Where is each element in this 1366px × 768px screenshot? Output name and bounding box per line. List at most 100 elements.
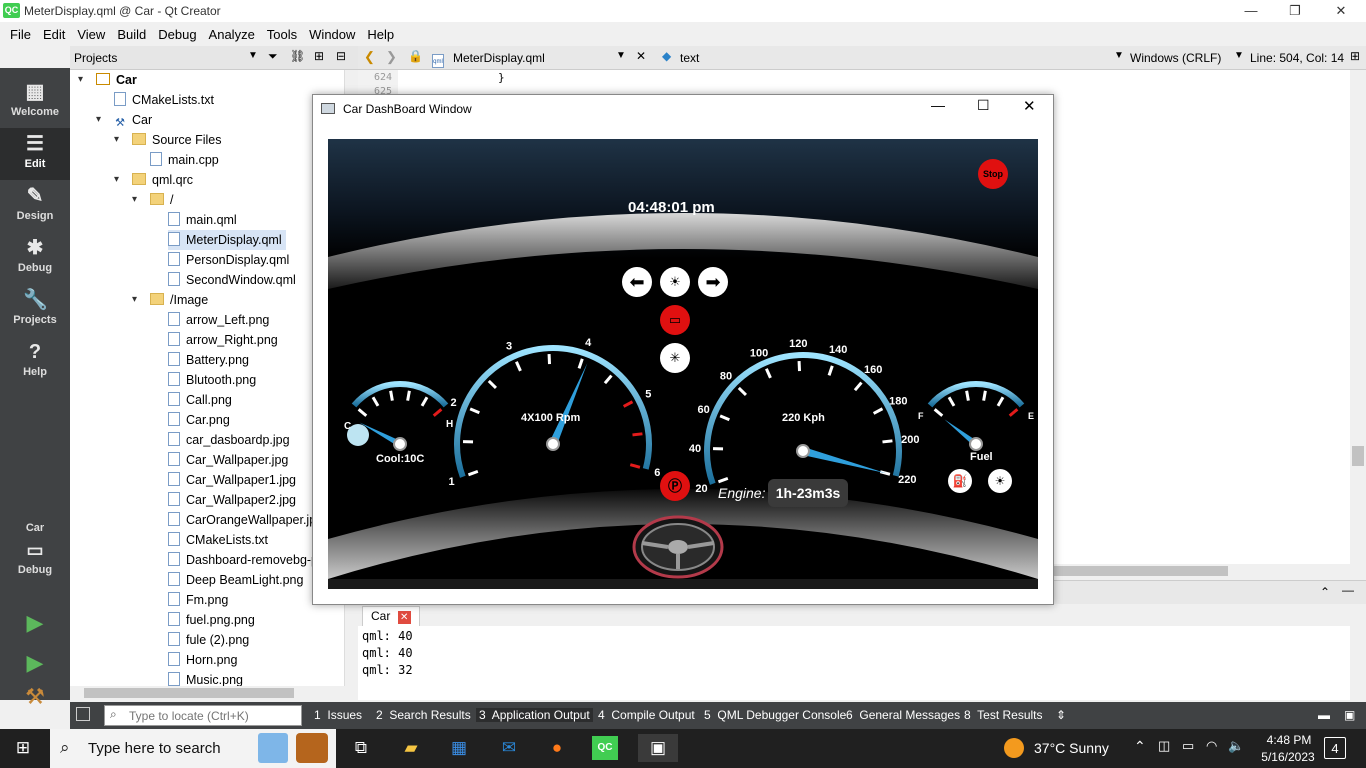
split-icon[interactable]: ⊞ [1350, 49, 1360, 63]
menu-file[interactable]: File [4, 27, 37, 42]
tree-item[interactable]: Car_Wallpaper1.jpg [168, 470, 300, 490]
tree-item[interactable]: main.cpp [150, 150, 223, 170]
tab-test-results[interactable]: 8 Test Results [964, 708, 1043, 722]
battery-icon[interactable]: ▭ [1182, 738, 1194, 754]
chevron-up-icon[interactable]: ⌃ [1320, 585, 1330, 599]
tree-item[interactable]: Horn.png [168, 650, 241, 670]
dashboard-minimize-button[interactable]: — [931, 97, 945, 113]
menu-view[interactable]: View [71, 27, 111, 42]
dashboard-app-taskbar-icon[interactable]: ▣ [638, 734, 678, 762]
chevron-down-icon[interactable]: ▼ [1114, 50, 1124, 61]
maximize-button[interactable]: ❐ [1272, 1, 1318, 21]
expand-arrow-icon[interactable]: ▾ [114, 170, 126, 190]
left-arrow-icon[interactable]: ⬅ [622, 267, 652, 297]
start-windows-icon[interactable]: ⊞ [8, 734, 38, 762]
dashboard-maximize-button[interactable]: ☐ [977, 97, 990, 114]
application-output[interactable]: qml: 40 qml: 40 qml: 32 [358, 626, 1350, 700]
tree-item[interactable]: Deep BeamLight.png [168, 570, 307, 590]
menu-edit[interactable]: Edit [37, 27, 71, 42]
editor-vertical-scrollbar[interactable] [1350, 70, 1366, 564]
toggle-right-sidebar-icon[interactable]: ▣ [1344, 708, 1355, 722]
show-hidden-icons[interactable]: ⌃ [1134, 738, 1146, 755]
mode-design[interactable]: ✎ Design [0, 180, 70, 232]
tree-item[interactable]: ▾ Source Files [114, 130, 225, 150]
low-beam-icon[interactable]: ☀ [988, 469, 1012, 493]
dashboard-close-button[interactable]: ✕ [1023, 97, 1036, 115]
expand-arrow-icon[interactable]: ▾ [96, 110, 108, 130]
wifi-icon[interactable]: ◠ [1206, 738, 1217, 754]
tree-item[interactable]: SecondWindow.qml [168, 270, 300, 290]
tree-item[interactable]: Car_Wallpaper.jpg [168, 450, 292, 470]
maximize-pane-icon[interactable]: ▬ [1318, 708, 1330, 722]
file-explorer-icon[interactable]: ▰ [396, 734, 426, 762]
tree-item[interactable]: CarOrangeWallpaper.jpg [168, 510, 327, 530]
open-document-combo[interactable]: MeterDisplay.qml [453, 51, 545, 65]
toggle-sidebar-icon[interactable] [76, 707, 90, 721]
parking-brake-icon[interactable]: Ⓟ [660, 471, 690, 501]
tree-item[interactable]: Fm.png [168, 590, 232, 610]
menu-window[interactable]: Window [303, 27, 361, 42]
encoding-combo[interactable]: Windows (CRLF) [1130, 51, 1221, 65]
tree-item[interactable]: Battery.png [168, 350, 253, 370]
menu-build[interactable]: Build [111, 27, 152, 42]
qt-creator-taskbar-icon[interactable]: QC [592, 736, 618, 760]
tree-item[interactable]: Call.png [168, 390, 236, 410]
expand-arrow-icon[interactable]: ▾ [132, 290, 144, 310]
tab-qml-debugger-console[interactable]: 5 QML Debugger Console [704, 708, 846, 722]
tab-general-messages[interactable]: 6 General Messages [846, 708, 960, 722]
cursor-position[interactable]: Line: 504, Col: 14 [1250, 51, 1344, 65]
locator-input[interactable] [104, 705, 302, 726]
tab-search-results[interactable]: 2 Search Results [376, 708, 471, 722]
scrollbar-thumb[interactable] [84, 688, 294, 698]
battery-icon[interactable]: ▭ [660, 305, 690, 335]
menu-debug[interactable]: Debug [152, 27, 202, 42]
headlight-icon[interactable]: ☀ [660, 267, 690, 297]
chevron-down-icon[interactable]: ▼ [248, 50, 258, 61]
tab-compile-output[interactable]: 4 Compile Output [598, 708, 695, 722]
debug-run-button[interactable]: ▶ [22, 650, 48, 676]
minimize-button[interactable]: — [1228, 1, 1274, 21]
chevron-down-icon[interactable]: ▼ [1234, 50, 1244, 61]
tree-item[interactable]: CMakeLists.txt [114, 90, 218, 110]
weather-text[interactable]: 37°C Sunny [1034, 740, 1109, 756]
expand-arrow-icon[interactable]: ▾ [132, 190, 144, 210]
right-arrow-icon[interactable]: ➡ [698, 267, 728, 297]
link-icon[interactable]: ⛓ [290, 49, 305, 63]
tree-item[interactable]: PersonDisplay.qml [168, 250, 293, 270]
close-pane-icon[interactable]: ⊟ [336, 49, 346, 63]
kit-selector[interactable]: Car ▭ Debug [0, 520, 70, 590]
menu-analyze[interactable]: Analyze [203, 27, 261, 42]
tree-item[interactable]: ▾ / [132, 190, 177, 210]
volume-icon[interactable]: 🔈 [1228, 738, 1244, 754]
tree-item[interactable]: car_dasboardp.jpg [168, 430, 294, 450]
mail-icon[interactable]: ✉ [494, 734, 524, 762]
microsoft-store-icon[interactable]: ▦ [444, 734, 474, 762]
tree-item[interactable]: ▾ /Image [132, 290, 212, 310]
tree-item[interactable]: ▾ Car [78, 70, 141, 90]
tree-item[interactable]: main.qml [168, 210, 241, 230]
camera-icon[interactable]: ◫ [1158, 738, 1170, 754]
scrollbar-thumb[interactable] [1048, 566, 1228, 576]
clock-date[interactable]: 5/16/2023 [1252, 750, 1324, 764]
tree-item[interactable]: arrow_Right.png [168, 330, 282, 350]
notifications-button[interactable]: 4 [1324, 737, 1346, 759]
tree-item[interactable]: ▾ ⚒ Car [96, 110, 156, 130]
tab-application-output[interactable]: 3 Application Output [476, 708, 593, 722]
forward-icon[interactable]: ❯ [386, 49, 397, 65]
news-widget-icon[interactable] [258, 733, 288, 763]
stop-button[interactable]: Stop [978, 159, 1008, 189]
tab-issues[interactable]: 1 Issues [314, 708, 362, 722]
tree-item[interactable]: ▾ qml.qrc [114, 170, 197, 190]
tree-item[interactable]: arrow_Left.png [168, 310, 273, 330]
expand-arrow-icon[interactable]: ▾ [114, 130, 126, 150]
tree-item[interactable]: Dashboard-removebg-p [168, 550, 322, 570]
close-pane-icon[interactable]: — [1342, 583, 1354, 597]
scrollbar-thumb[interactable] [1352, 446, 1364, 466]
expand-arrow-icon[interactable]: ▾ [78, 70, 90, 90]
menu-tools[interactable]: Tools [261, 27, 303, 42]
firefox-icon[interactable]: ● [542, 734, 572, 762]
menu-help[interactable]: Help [361, 27, 400, 42]
tree-item[interactable]: CMakeLists.txt [168, 530, 272, 550]
fuel-pump-icon[interactable]: ⛽ [948, 469, 972, 493]
mode-edit[interactable]: ☰ Edit [0, 128, 70, 180]
